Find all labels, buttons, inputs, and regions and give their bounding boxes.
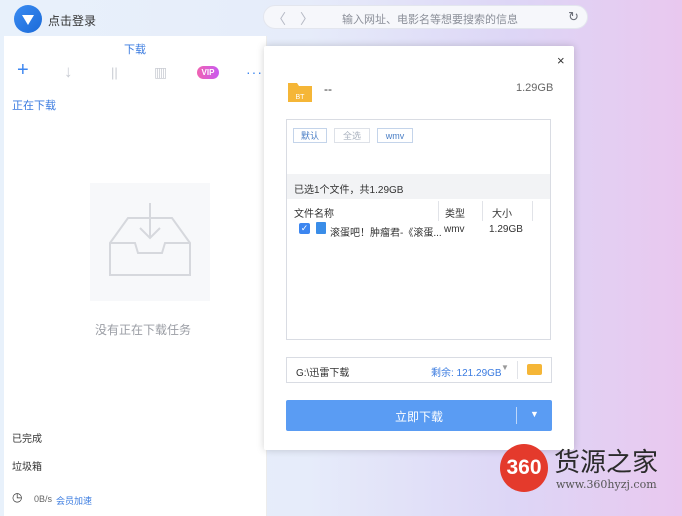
download-button-divider <box>516 407 517 424</box>
filter-default-button[interactable]: 默认 <box>293 128 327 143</box>
vip-accelerate-link[interactable]: 会员加速 <box>56 494 92 507</box>
bt-folder-icon: BT <box>287 78 313 104</box>
panel-title: 下载 <box>124 44 146 56</box>
forward-icon[interactable]: 〉 <box>300 9 314 29</box>
save-path-value[interactable]: G:\迅雷下载 <box>296 364 349 379</box>
close-icon[interactable]: × <box>557 53 565 68</box>
address-placeholder[interactable]: 输入网址、电影名等想要搜索的信息 <box>342 11 518 27</box>
filter-select-all-button[interactable]: 全选 <box>334 128 370 143</box>
bt-badge-text: BT <box>296 94 306 101</box>
tab-completed[interactable]: 已完成 <box>12 430 42 445</box>
vip-badge[interactable]: VIP <box>197 66 219 79</box>
watermark-logo: 360 <box>500 444 548 492</box>
app-logo-icon[interactable] <box>14 5 42 33</box>
clock-icon: ◷ <box>12 490 23 504</box>
file-row-size: 1.29GB <box>489 224 523 235</box>
browse-folder-icon[interactable] <box>527 364 542 375</box>
start-download-icon[interactable]: ↓ <box>64 62 73 82</box>
filter-wmv-button[interactable]: wmv <box>377 128 413 143</box>
file-row-checkbox[interactable]: ✓ <box>299 223 310 234</box>
pause-icon[interactable]: || <box>111 65 118 80</box>
empty-message: 没有正在下载任务 <box>95 323 192 337</box>
add-task-icon[interactable]: + <box>17 59 29 82</box>
column-divider <box>482 201 483 221</box>
column-header-size[interactable]: 大小 <box>492 205 512 220</box>
video-file-icon <box>316 222 326 234</box>
back-icon[interactable]: 〈 <box>272 9 286 29</box>
task-file-size: 1.29GB <box>516 82 554 94</box>
empty-tray-icon <box>90 183 210 301</box>
tab-downloading[interactable]: 正在下载 <box>12 97 56 113</box>
address-bar[interactable]: 〈 〉 输入网址、电影名等想要搜索的信息 ↻ <box>263 5 588 29</box>
path-dropdown-icon[interactable]: ▼ <box>501 363 509 372</box>
tab-trash[interactable]: 垃圾箱 <box>12 458 42 473</box>
more-icon[interactable]: ··· <box>246 64 263 80</box>
column-header-name[interactable]: 文件名称 <box>294 205 334 220</box>
reload-icon[interactable]: ↻ <box>568 9 579 25</box>
login-link[interactable]: 点击登录 <box>48 12 96 29</box>
download-now-label[interactable]: 立即下载 <box>395 408 443 425</box>
column-divider <box>438 201 439 221</box>
column-divider <box>532 201 533 221</box>
download-options-icon[interactable]: ▼ <box>530 409 539 419</box>
delete-icon[interactable]: ▥ <box>154 64 167 81</box>
selection-summary: 已选1个文件，共1.29GB <box>294 185 404 196</box>
path-divider <box>517 361 518 379</box>
watermark-name: 货源之家 <box>554 448 659 478</box>
watermark-url: www.360hyzj.com <box>556 478 657 491</box>
file-row-name[interactable]: 滚蛋吧！肿瘤君-《滚蛋... <box>330 224 442 239</box>
column-header-type[interactable]: 类型 <box>445 205 465 220</box>
download-speed: 0B/s <box>34 494 53 504</box>
file-row-type: wmv <box>444 224 465 235</box>
task-file-name: -- <box>324 82 332 96</box>
free-space: 剩余: 121.29GB <box>431 368 502 379</box>
